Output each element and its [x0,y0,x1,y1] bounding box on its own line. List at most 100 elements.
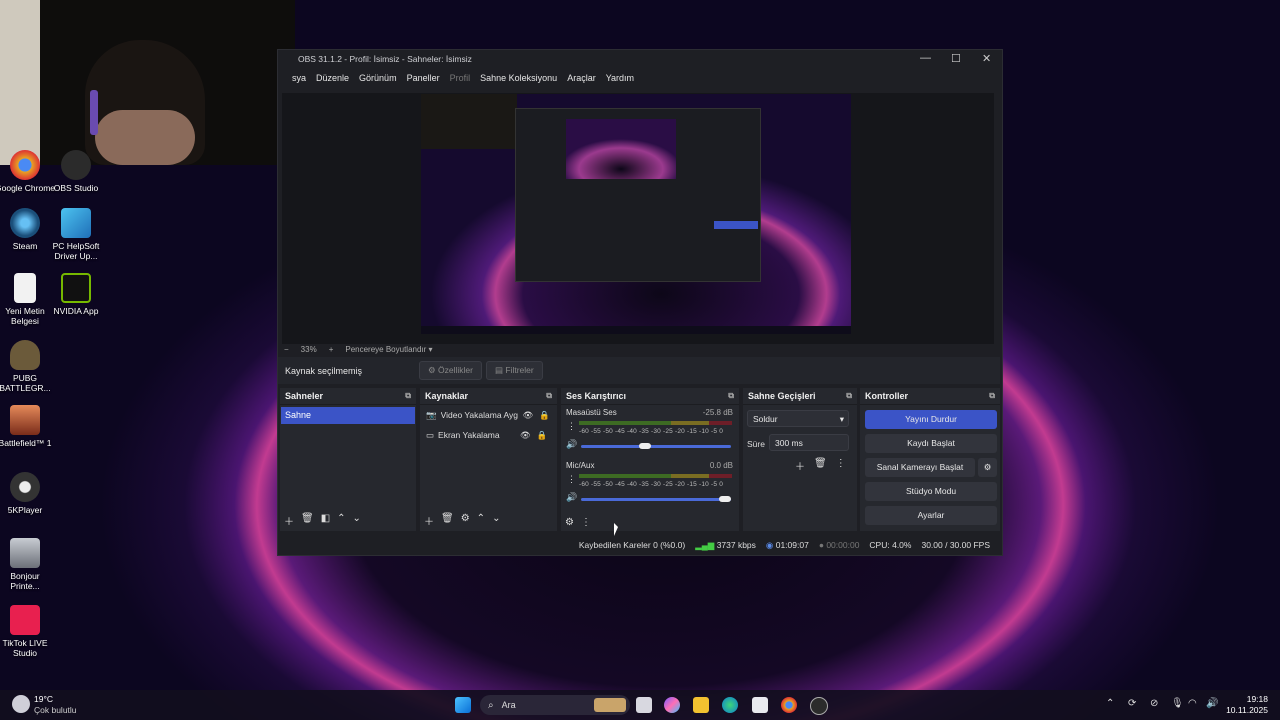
signal-icon: ▂▄▆ [695,539,715,550]
source-item[interactable]: ▭ Ekran Yakalama 👁 🔒 [420,425,557,445]
chevron-up-icon[interactable]: ⌃ [477,513,485,528]
stream-timer: ◉ 01:09:07 [766,540,809,551]
eye-icon[interactable]: 👁 [523,410,534,421]
store-icon[interactable] [752,697,768,713]
desktop-icon-pchelpsoft[interactable]: PC HelpSoft Driver Up... [46,208,106,261]
windows-start-icon[interactable] [455,697,471,713]
maximize-icon[interactable]: ☐ [951,52,961,65]
task-view-icon[interactable] [636,697,652,713]
stop-streaming-button[interactable]: Yayını Durdur [865,410,997,429]
menu-scene-collection[interactable]: Sahne Koleksiyonu [480,73,557,83]
sync-icon[interactable]: ⟳ [1128,698,1136,709]
pchelpsoft-icon [61,208,91,238]
desktop-icon-pubg[interactable]: PUBG BATTLEGR... [0,340,55,393]
close-icon[interactable]: ✕ [982,52,991,65]
record-time: 00:00:00 [826,540,860,550]
meter-ticks: -60 -55 -50 -45 -40 -35 -30 -25 -20 -15 … [579,481,724,488]
chevron-down-icon[interactable]: ⌄ [353,513,361,528]
desktop-icon-nvidia[interactable]: NVIDIA App [46,273,106,316]
volume-icon[interactable]: 🔊 [1206,698,1218,709]
transitions-header: Sahne Geçişleri [748,391,816,401]
duration-value: 300 ms [775,438,803,448]
add-icon[interactable]: ＋ [795,458,805,473]
lock-icon[interactable]: 🔒 [537,430,548,441]
search-box[interactable]: ⌕ Ara [480,695,630,715]
virtual-camera-settings-button[interactable]: ⚙ [978,458,997,477]
transition-select[interactable]: Soldur ▾ [747,410,849,427]
add-icon[interactable]: ＋ [424,513,434,528]
desktop-icon-5kplayer[interactable]: 5KPlayer [0,472,55,515]
settings-button[interactable]: Ayarlar [865,506,997,525]
menu-view[interactable]: Görünüm [359,73,397,83]
volume-slider[interactable] [581,443,731,449]
desktop-icon-label: PC HelpSoft Driver Up... [52,241,100,261]
studio-mode-button[interactable]: Stüdyo Modu [865,482,997,501]
dock-icon[interactable]: ⧉ [989,388,995,404]
weather-icon[interactable] [12,695,30,713]
dock-icon[interactable]: ⧉ [728,388,734,404]
desktop-icon-bonjour[interactable]: Bonjour Printe... [0,538,55,591]
desktop-icon-battlefield[interactable]: Battlefield™ 1 [0,405,55,448]
trash-icon[interactable]: 🗑 [441,513,454,528]
dock-icon[interactable]: ⧉ [846,388,852,404]
menu-docks[interactable]: Paneller [407,73,440,83]
menu-edit[interactable]: Düzenle [316,73,349,83]
dock-icon[interactable]: ⧉ [405,388,411,404]
gear-icon[interactable]: ⚙ [461,513,470,528]
more-icon[interactable]: ⋮ [567,474,576,485]
speaker-icon[interactable]: 🔊 [566,439,577,450]
obs-icon[interactable] [810,697,828,715]
gear-icon[interactable]: ⚙ [565,517,574,528]
speaker-icon[interactable]: 🔊 [566,492,577,503]
network-icon[interactable]: ⊘ [1150,698,1158,709]
chevron-down-icon[interactable]: ⌄ [492,513,500,528]
zoom-bar: − 33% + Pencereye Boyutlandır ▾ [284,342,433,356]
minimize-icon[interactable]: — [920,52,931,64]
edge-icon[interactable] [722,697,738,713]
webcam-overlay [0,0,295,165]
clock-date[interactable]: 10.11.2025 [1222,705,1268,715]
properties-button[interactable]: ⚙ Özellikler [419,361,482,380]
trash-icon[interactable]: 🗑 [301,513,314,528]
filter-icon[interactable]: ◧ [321,513,330,528]
zoom-in-button[interactable]: + [329,345,334,354]
lock-icon[interactable]: 🔒 [539,410,550,421]
chevron-up-icon[interactable]: ⌃ [337,513,345,528]
source-item[interactable]: 📷 Video Yakalama Ayg 👁 🔒 [420,405,557,425]
volume-knob[interactable] [719,496,731,502]
menu-file[interactable]: sya [292,73,306,83]
trash-icon[interactable]: 🗑 [814,458,827,473]
file-explorer-icon[interactable] [693,697,709,713]
clock-time[interactable]: 19:18 [1228,694,1268,704]
5kplayer-icon [10,472,40,502]
zoom-fit-dropdown[interactable]: Pencereye Boyutlandır ▾ [345,345,432,354]
volume-slider[interactable] [581,496,731,502]
menu-help[interactable]: Yardım [606,73,634,83]
menu-tools[interactable]: Araçlar [567,73,596,83]
dock-icon[interactable]: ⧉ [546,388,552,404]
start-virtual-camera-button[interactable]: Sanal Kamerayı Başlat [865,458,975,477]
desktop-icon-label: NVIDIA App [53,306,99,316]
add-icon[interactable]: ＋ [284,513,294,528]
wifi-icon[interactable]: ◠ [1188,698,1197,709]
copilot-icon[interactable] [664,697,680,713]
fps-value: 30.00 / 30.00 FPS [921,540,990,550]
more-icon[interactable]: ⋮ [567,421,576,432]
zoom-out-button[interactable]: − [284,345,289,354]
more-icon[interactable]: ⋮ [581,517,591,528]
chrome-icon[interactable] [781,697,797,713]
duration-stepper[interactable]: 300 ms [769,434,849,451]
transitions-panel: Sahne Geçişleri ⧉ Soldur ▾ Süre 300 ms ＋ 🗑… [743,388,857,531]
volume-knob[interactable] [638,443,651,449]
more-icon[interactable]: ⋮ [836,458,846,473]
eye-icon[interactable]: 👁 [520,430,531,441]
scene-item[interactable]: Sahne [281,407,415,424]
preview-area[interactable] [282,93,994,344]
chevron-up-icon[interactable]: ⌃ [1106,698,1114,709]
desktop-icon-obs[interactable]: OBS Studio [46,150,106,193]
start-recording-button[interactable]: Kaydı Başlat [865,434,997,453]
microphone-icon[interactable]: 🎙 [1171,698,1184,709]
menu-profile[interactable]: Profil [450,73,471,83]
filters-button[interactable]: ▤ Filtreler [485,361,543,380]
desktop-icon-tiktok[interactable]: TikTok LIVE Studio [0,605,55,658]
